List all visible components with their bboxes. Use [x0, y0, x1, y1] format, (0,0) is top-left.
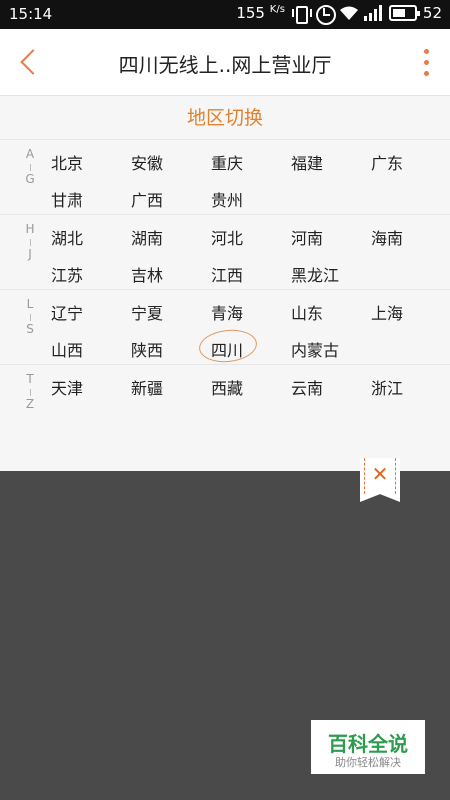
- battery-icon: [388, 5, 420, 21]
- range-end-letter: J: [28, 246, 32, 261]
- city-item[interactable]: 山西: [51, 337, 131, 361]
- city-item[interactable]: 山东: [291, 300, 371, 324]
- back-button[interactable]: [14, 45, 44, 81]
- range-start-letter: L: [26, 297, 34, 311]
- range-end-letter: Z: [25, 396, 35, 411]
- city-item[interactable]: 江苏: [51, 262, 131, 286]
- region-groups: A G 北京 安徽 重庆 福建 广东甘肃 广西 贵州 H J 湖北 湖南 河北 河南 海南江苏 吉林 江西 黑龙江 L…: [0, 140, 450, 440]
- city-item[interactable]: 浙江: [371, 375, 450, 399]
- city-item[interactable]: 海南: [371, 225, 450, 249]
- group-letter-range: LS: [22, 297, 38, 337]
- range-divider: [29, 313, 31, 321]
- city-item[interactable]: 贵州: [211, 187, 291, 211]
- status-icons: 155 K/s 52: [236, 4, 442, 25]
- city-item[interactable]: 云南: [291, 375, 371, 399]
- city-item[interactable]: 天津: [51, 375, 131, 399]
- panel-title: 地区切换: [0, 96, 450, 140]
- range-end-letter: G: [25, 171, 35, 186]
- group-letter-range: HJ: [22, 222, 38, 262]
- range-end-letter: S: [26, 321, 34, 336]
- watermark-logo: 百科全说 助你轻松解决: [311, 720, 425, 774]
- city-item[interactable]: 北京: [51, 150, 131, 174]
- city-item[interactable]: 吉林: [131, 262, 211, 286]
- vibrate-icon: [291, 4, 312, 24]
- region-group: L S 辽宁 宁夏 青海 山东 上海 山西 陕西 四川 内蒙古: [0, 290, 450, 365]
- close-panel-button[interactable]: ✕: [360, 458, 400, 502]
- city-item[interactable]: 河南: [291, 225, 371, 249]
- region-switch-panel: 地区切换 A G 北京 安徽 重庆 福建 广东甘肃 广西 贵州 H J 湖北 湖南 河北 河南 海南江苏 吉林江…: [0, 96, 450, 471]
- page-title: 四川无线上..网上营业厅: [118, 53, 332, 77]
- group-letter-range: AG: [22, 147, 38, 187]
- city-item[interactable]: 江西: [211, 262, 291, 286]
- more-vertical-icon: [424, 49, 429, 54]
- city-item[interactable]: 宁夏: [131, 300, 211, 324]
- region-group: H J 湖北 湖南 河北 河南 海南江苏 吉林 江西 黑龙江: [0, 215, 450, 290]
- wifi-icon: [339, 4, 358, 22]
- group-letter-range: TZ: [22, 372, 38, 412]
- city-item[interactable]: 青海: [211, 300, 291, 324]
- city-item[interactable]: 新疆: [131, 375, 211, 399]
- battery-level: 52: [422, 4, 442, 22]
- range-divider: [29, 238, 31, 246]
- network-speed: 155 K/s: [236, 4, 285, 22]
- city-item[interactable]: 辽宁: [51, 300, 131, 324]
- region-group: A G 北京 安徽 重庆 福建 广东甘肃 广西 贵州: [0, 140, 450, 215]
- range-divider: [29, 163, 31, 171]
- city-item[interactable]: 重庆: [211, 150, 291, 174]
- range-start-letter: A: [25, 147, 35, 161]
- city-item[interactable]: 湖南: [131, 225, 211, 249]
- city-item[interactable]: 福建: [291, 150, 371, 174]
- watermark-main-text: 百科全说: [328, 732, 408, 756]
- city-item[interactable]: 广东: [371, 150, 450, 174]
- city-grid: 辽宁 宁夏 青海 山东 上海 山西 陕西 四川 内蒙古: [51, 293, 450, 368]
- status-bar: 15:14 155 K/s 52: [0, 0, 450, 29]
- city-item[interactable]: 上海: [371, 300, 450, 324]
- range-start-letter: H: [25, 222, 35, 236]
- city-item[interactable]: 湖北: [51, 225, 131, 249]
- city-item[interactable]: 广西: [131, 187, 211, 211]
- city-item[interactable]: 安徽: [131, 150, 211, 174]
- city-item[interactable]: 内蒙古: [291, 337, 371, 361]
- city-item[interactable]: 西藏: [211, 375, 291, 399]
- more-menu-button[interactable]: [416, 47, 436, 79]
- range-divider: [29, 388, 31, 396]
- range-start-letter: T: [26, 372, 34, 386]
- city-item[interactable]: 河北: [211, 225, 291, 249]
- city-item[interactable]: 黑龙江: [291, 262, 371, 286]
- city-grid: 湖北 湖南 河北 河南 海南江苏 吉林 江西 黑龙江: [51, 218, 450, 293]
- close-icon: ✕: [371, 462, 389, 486]
- signal-icon: [363, 4, 382, 22]
- city-grid: 北京 安徽 重庆 福建 广东甘肃 广西 贵州: [51, 143, 450, 218]
- alarm-icon: [315, 4, 336, 25]
- app-bar: 四川无线上..网上营业厅: [0, 29, 450, 96]
- region-group: T Z 天津 新疆 西藏 云南 浙江: [0, 365, 450, 440]
- city-item[interactable]: 甘肃: [51, 187, 131, 211]
- watermark-sub-text: 助你轻松解决: [335, 756, 401, 769]
- status-time: 15:14: [9, 5, 53, 23]
- city-grid: 天津 新疆 西藏 云南 浙江: [51, 368, 450, 406]
- city-item-selected[interactable]: 四川: [211, 337, 291, 361]
